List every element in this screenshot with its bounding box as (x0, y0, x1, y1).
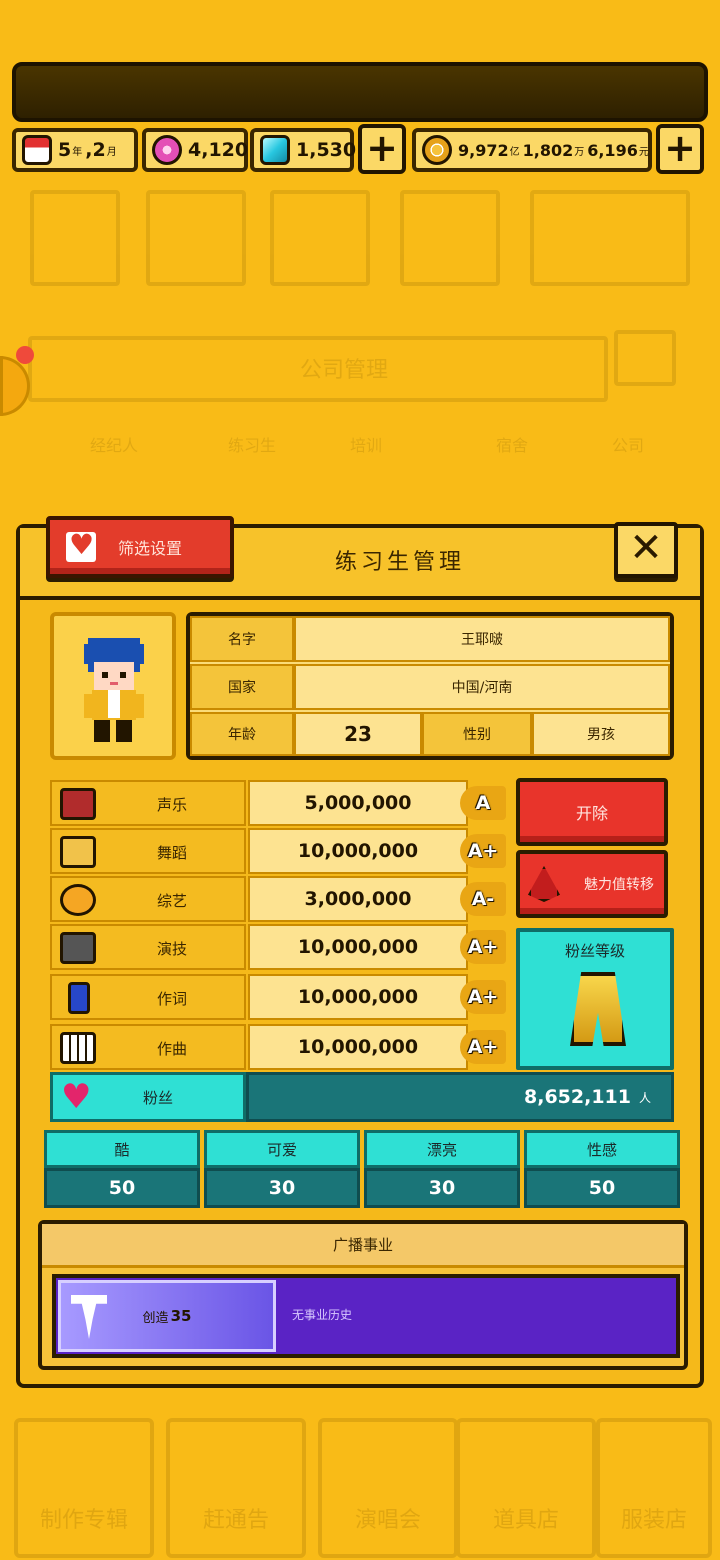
charm-icon (528, 866, 560, 902)
piano-icon (60, 1032, 96, 1064)
fan-level-label: 粉丝等级 (564, 942, 625, 960)
date-display: 5 年 ,2 月 (12, 128, 138, 172)
mask-icon (60, 884, 96, 916)
fan-level-panel: 粉丝等级 (516, 928, 674, 1070)
name-label: 名字 (190, 616, 294, 662)
calendar-icon (22, 135, 52, 165)
broadcast-history-bar: 创造 35 无事业历史 (52, 1274, 680, 1358)
age-value: 23 (294, 712, 422, 756)
stat-row-vocal: 声乐 5,000,000 A (50, 780, 510, 826)
stat-value: 10,000,000 (248, 974, 468, 1020)
fan-grade-a-icon (570, 972, 626, 1046)
stat-row-composing: 作曲 10,000,000 A+ (50, 1024, 510, 1070)
resource-bar: 5 年 ,2 月 4,120 1,530 + 9,972 亿 1,802 万 6,196 元… (12, 124, 708, 176)
camera-icon (60, 932, 96, 964)
drill-icon (71, 1295, 107, 1339)
pink-gem-counter: 4,120 (142, 128, 248, 172)
grade-badge: A+ (460, 1030, 506, 1064)
heart-icon (66, 528, 96, 562)
filter-settings-button[interactable]: 筛选设置 (46, 516, 234, 578)
notification-dot (16, 346, 34, 364)
stat-value: 10,000,000 (248, 924, 468, 970)
country-value: 中国/河南 (294, 664, 670, 710)
trainee-management-dialog: 筛选设置 练习生管理 ✕ 名字 王耶啵 国家 中国/河南 年龄 23 性别 男孩 (16, 516, 704, 1388)
country-label: 国家 (190, 664, 294, 710)
pink-gem-icon (152, 135, 182, 165)
attribute-sexy: 性感 50 (524, 1130, 682, 1210)
bottom-navigation: 制作专辑 赶通告 演唱会 道具店 服装店 (0, 1412, 720, 1560)
stat-value: 3,000,000 (248, 876, 468, 922)
money-counter: 9,972 亿 1,802 万 6,196 元 (412, 128, 652, 172)
attribute-pretty: 漂亮 30 (364, 1130, 522, 1210)
microphone-icon (60, 788, 96, 820)
stat-row-acting: 演技 10,000,000 A+ (50, 924, 510, 970)
pencil-icon (68, 982, 90, 1014)
create-broadcast-button[interactable]: 创造 35 (58, 1280, 276, 1352)
grade-badge: A+ (460, 980, 506, 1014)
nav-tab-schedule[interactable]: 赶通告 (166, 1418, 306, 1558)
close-button[interactable]: ✕ (614, 522, 678, 578)
stat-value: 5,000,000 (248, 780, 468, 826)
age-label: 年龄 (190, 712, 294, 756)
profile-table: 名字 王耶啵 国家 中国/河南 年龄 23 性别 男孩 (186, 612, 674, 760)
charm-transfer-button[interactable]: 魅力值转移 (516, 850, 668, 918)
nav-tab-item-shop[interactable]: 道具店 (456, 1418, 596, 1558)
fans-row: ♥ 粉丝 8,652,111 人 (50, 1072, 674, 1122)
gender-label: 性别 (422, 712, 532, 756)
stat-row-variety: 综艺 3,000,000 A- (50, 876, 510, 922)
grade-badge: A+ (460, 930, 506, 964)
grade-badge: A- (460, 882, 506, 916)
heart-icon: ♥ (61, 1077, 92, 1117)
nav-tab-concert[interactable]: 演唱会 (318, 1418, 458, 1558)
blue-gem-icon (260, 135, 290, 165)
avatar-sprite (84, 638, 144, 742)
dialog-title: 练习生管理 (334, 550, 465, 575)
add-money-button[interactable]: + (656, 124, 704, 174)
name-value: 王耶啵 (294, 616, 670, 662)
fans-label-cell: ♥ 粉丝 (50, 1072, 246, 1122)
stat-row-lyrics: 作词 10,000,000 A+ (50, 974, 510, 1020)
background-panel-title: 公司管理 (300, 358, 389, 383)
coin-icon (422, 135, 452, 165)
attribute-cute: 可爱 30 (204, 1130, 362, 1210)
side-menu-handle[interactable] (0, 356, 30, 416)
boot-icon (60, 836, 96, 868)
broadcast-title: 广播事业 (42, 1224, 684, 1268)
stat-row-dance: 舞蹈 10,000,000 A+ (50, 828, 510, 874)
fans-count: 8,652,111 人 (246, 1072, 674, 1122)
blue-gem-counter: 1,530 (250, 128, 356, 172)
grade-badge: A (460, 786, 506, 820)
no-history-text: 无事业历史 (292, 1308, 353, 1322)
add-gems-button[interactable]: + (358, 124, 406, 174)
stat-value: 10,000,000 (248, 1024, 468, 1070)
top-banner (12, 62, 708, 122)
dismiss-button[interactable]: 开除 (516, 778, 668, 846)
gender-value: 男孩 (532, 712, 670, 756)
nav-tab-album[interactable]: 制作专辑 (14, 1418, 154, 1558)
grade-badge: A+ (460, 834, 506, 868)
attribute-cool: 酷 50 (44, 1130, 202, 1210)
trainee-avatar (50, 612, 176, 760)
broadcast-career-panel: 广播事业 创造 35 无事业历史 (38, 1220, 688, 1370)
nav-tab-clothing-shop[interactable]: 服装店 (596, 1418, 712, 1558)
stat-value: 10,000,000 (248, 828, 468, 874)
appearance-attributes: 酷 50 可爱 30 漂亮 30 性感 50 (44, 1130, 684, 1210)
